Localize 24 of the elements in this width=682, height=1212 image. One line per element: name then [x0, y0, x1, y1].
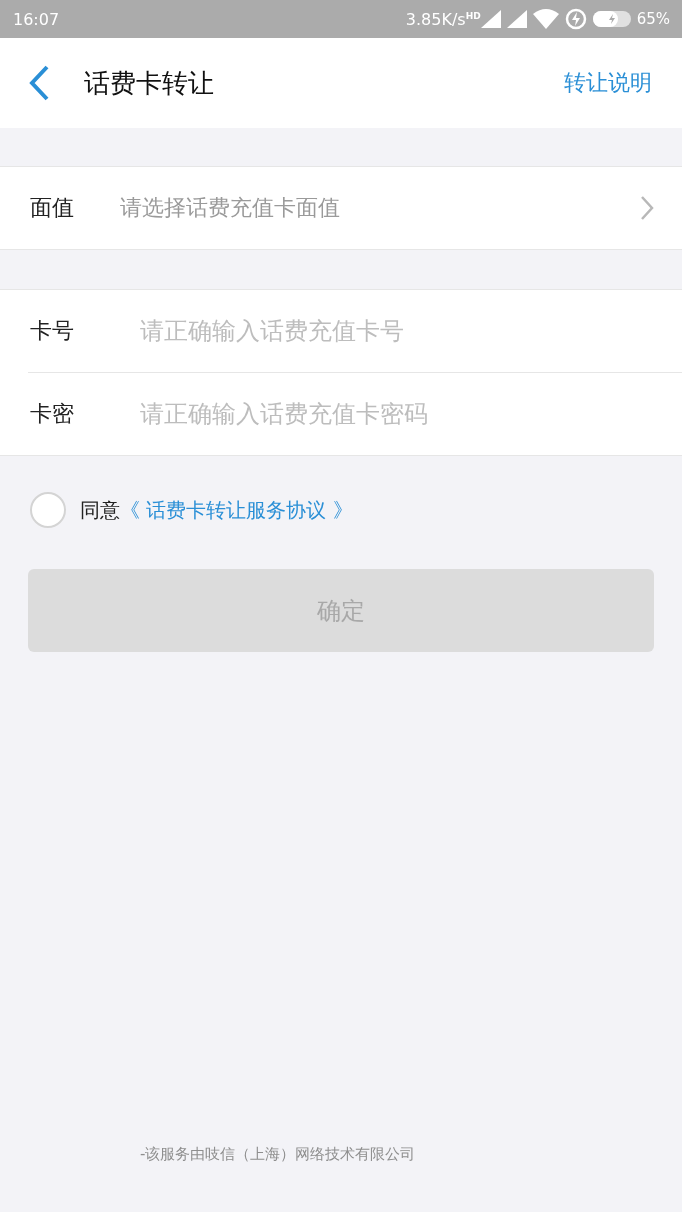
agree-label: 同意 [80, 496, 120, 524]
page-title: 话费卡转让 [84, 66, 215, 100]
field-label: 面值 [30, 194, 75, 222]
battery-level: 65% [636, 10, 670, 28]
battery-icon [592, 11, 631, 27]
input-field[interactable]: 请正确输入话费充值卡号 [140, 311, 654, 351]
network-type-label: HD [465, 11, 481, 21]
face-value-row[interactable]: 面值 请选择话费充值卡面值 [0, 167, 682, 249]
signal-icon [506, 10, 527, 28]
input-field[interactable]: 请正确输入话费充值卡密码 [140, 394, 654, 434]
chevron-right-icon [640, 195, 654, 221]
field-label: 卡号 [30, 317, 75, 345]
agreement-link[interactable]: 《 话费卡转让服务协议 》 [120, 496, 353, 524]
field-label: 卡密 [30, 400, 75, 428]
agree-checkbox[interactable] [30, 492, 66, 528]
wifi-icon [532, 9, 559, 29]
help-link[interactable]: 转让说明 [564, 68, 652, 98]
status-time: 16:07 [13, 9, 60, 29]
back-icon [28, 65, 50, 101]
charging-icon [564, 8, 587, 30]
signal-icon [480, 10, 501, 28]
face-value-placeholder: 请选择话费充值卡面值 [120, 194, 341, 222]
network-speed: 3.85K/s [405, 9, 466, 29]
footer-note: -该服务由吱信（上海）网络技术有限公司 [139, 1145, 417, 1165]
